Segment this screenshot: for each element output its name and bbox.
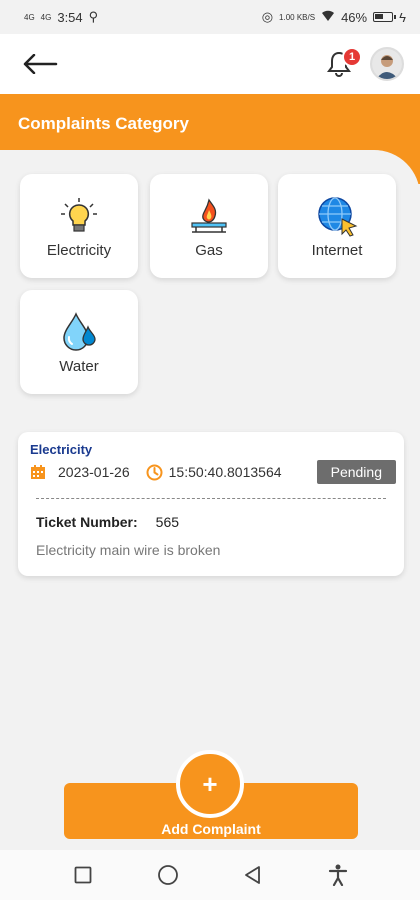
- category-label: Water: [59, 357, 99, 375]
- status-bar: 4G 4G 3:54 ⚲ ◎ 1.00 KB/S 46% ϟ: [0, 0, 420, 34]
- usb-icon: ⚲: [88, 9, 99, 24]
- complaint-time: 15:50:40.8013564: [168, 464, 282, 480]
- card-divider: [36, 498, 386, 499]
- category-tile-electricity[interactable]: Electricity: [20, 174, 138, 278]
- system-nav-bar: [0, 850, 420, 900]
- signal-label-2: 4G: [40, 12, 52, 22]
- notification-badge: 1: [342, 47, 362, 67]
- complaint-category: Electricity: [30, 442, 93, 457]
- complaint-card[interactable]: Electricity 2023-01-26 15:50:40.8013564 …: [18, 432, 404, 576]
- nav-back-button[interactable]: [233, 855, 273, 895]
- app-header: 1: [0, 34, 420, 94]
- accessibility-button[interactable]: [318, 855, 358, 895]
- hotspot-icon: ◎: [261, 9, 274, 24]
- home-button[interactable]: [148, 855, 188, 895]
- circle-icon: [157, 865, 178, 885]
- recents-button[interactable]: [63, 855, 103, 895]
- notifications-button[interactable]: 1: [322, 47, 362, 81]
- network-speed: 1.00 KB/S: [279, 12, 316, 22]
- status-badge: Pending: [316, 460, 396, 484]
- complaint-description: Electricity main wire is broken: [36, 542, 221, 558]
- signal-label-1: 4G: [24, 12, 35, 22]
- charging-icon: ϟ: [399, 9, 406, 25]
- triangle-back-icon: [244, 866, 260, 884]
- gas-flame-icon: [187, 194, 231, 238]
- globe-cursor-icon: [315, 194, 359, 238]
- calendar-icon: [31, 465, 45, 479]
- square-icon: [74, 866, 91, 884]
- complaint-date: 2023-01-26: [58, 464, 130, 480]
- wifi-icon: [321, 10, 335, 25]
- ticket-row: Ticket Number: 565: [36, 514, 179, 530]
- clock: 3:54: [57, 9, 83, 25]
- add-complaint-label: Add Complaint: [161, 821, 261, 837]
- water-drop-icon: [57, 310, 101, 354]
- lightbulb-icon: [57, 194, 101, 238]
- clock-icon: [146, 464, 163, 480]
- category-tile-gas[interactable]: Gas: [150, 174, 268, 278]
- accessibility-icon: [328, 864, 347, 886]
- back-button[interactable]: [22, 44, 62, 84]
- add-complaint-button[interactable]: +: [176, 750, 244, 818]
- category-label: Internet: [311, 241, 363, 259]
- ticket-number: 565: [155, 514, 180, 530]
- category-label: Electricity: [46, 241, 112, 259]
- section-title: Complaints Category: [18, 114, 189, 133]
- arrow-left-icon: [23, 54, 58, 74]
- plus-icon: +: [202, 768, 218, 799]
- complaint-meta: 2023-01-26 15:50:40.8013564 Pending: [30, 460, 396, 484]
- category-tile-internet[interactable]: Internet: [278, 174, 396, 278]
- battery-percent: 46%: [341, 9, 368, 25]
- ticket-label: Ticket Number:: [36, 514, 138, 530]
- category-label: Gas: [195, 241, 223, 259]
- avatar[interactable]: [370, 47, 404, 81]
- battery-icon: [373, 12, 397, 22]
- category-tile-water[interactable]: Water: [20, 290, 138, 394]
